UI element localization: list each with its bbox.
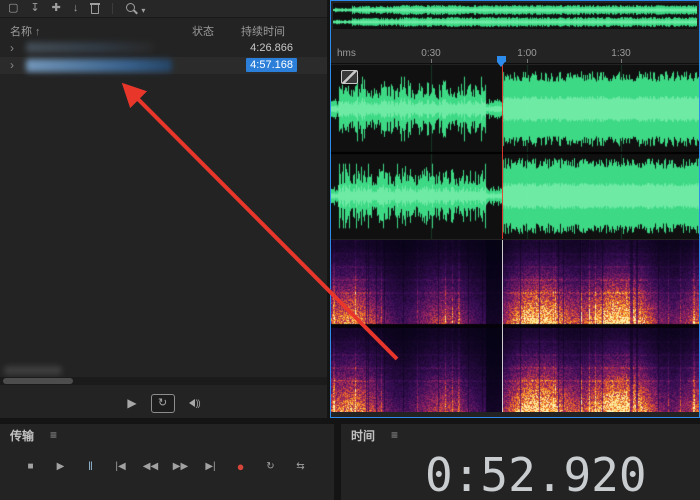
file-list-header: 名称 ↑ 状态 持续时间 xyxy=(0,23,327,38)
audition-window: ▢ ↧ ✚ ↓ ▾ 名称 ↑ 状态 持续时间 › 4:26.866 › 4:57… xyxy=(0,0,700,500)
file-name-redacted xyxy=(26,42,154,53)
preview-play-button[interactable]: ▶ xyxy=(127,396,136,410)
skip-selection-button[interactable]: ⇆ xyxy=(290,456,311,477)
rewind-button[interactable]: ◀◀ xyxy=(140,456,161,477)
new-file-icon[interactable]: ▢ xyxy=(8,0,18,17)
expander-icon[interactable]: › xyxy=(10,41,14,55)
panel-menu-icon[interactable]: ≡ xyxy=(50,428,57,442)
magnifier-icon xyxy=(126,3,136,12)
file-duration: 4:57.168 xyxy=(246,58,297,72)
export-file-icon[interactable]: ↓ xyxy=(73,0,79,17)
ruler-unit-label: hms xyxy=(337,48,356,59)
ruler-tick-label: 1:00 xyxy=(517,48,537,59)
pause-button[interactable]: ‖ xyxy=(80,456,101,477)
column-status[interactable]: 状态 xyxy=(192,23,214,39)
time-display: 0:52.920 xyxy=(425,448,647,500)
ruler-tick-label: 1:30 xyxy=(611,48,631,59)
files-panel: ▢ ↧ ✚ ↓ ▾ 名称 ↑ 状态 持续时间 › 4:26.866 › 4:57… xyxy=(0,0,327,418)
record-button[interactable]: ● xyxy=(230,456,251,477)
preview-controls: ▶ ↻ )) xyxy=(0,390,327,416)
sort-ascending-icon: ↑ xyxy=(35,26,41,38)
loop-playback-button[interactable]: ↻ xyxy=(260,456,281,477)
ruler-tick-mark xyxy=(621,59,622,63)
import-file-icon[interactable]: ↧ xyxy=(30,0,39,17)
channel-badge-icon xyxy=(341,70,358,84)
waveform-display[interactable] xyxy=(331,65,699,239)
horizontal-scrollbar[interactable] xyxy=(0,377,327,385)
speaker-icon xyxy=(188,399,195,407)
scrollbar-thumb[interactable] xyxy=(3,378,73,384)
playhead-line[interactable] xyxy=(502,240,503,412)
ruler-tick-label: 0:30 xyxy=(421,48,441,59)
transport-panel-header: 传输 ≡ xyxy=(0,424,334,446)
column-name-label: 名称 xyxy=(10,26,32,38)
search-icon[interactable]: ▾ xyxy=(125,2,145,15)
preview-loop-button[interactable]: ↻ xyxy=(150,393,175,413)
toolbar-divider xyxy=(112,3,114,14)
transport-buttons: ■ ▶ ‖ |◀ ◀◀ ▶▶ ▶| ● ↻ ⇆ xyxy=(20,456,311,477)
waveform-editor-panel: hms 0:30 1:00 1:30 xyxy=(330,0,700,418)
spectrogram-display[interactable] xyxy=(331,240,699,412)
ruler-tick-mark xyxy=(431,59,432,63)
chevron-down-icon: ▾ xyxy=(141,6,146,15)
column-name[interactable]: 名称 ↑ xyxy=(10,23,41,39)
stop-button[interactable]: ■ xyxy=(20,456,41,477)
delete-icon[interactable] xyxy=(90,2,101,15)
file-row-selected[interactable]: › 4:57.168 xyxy=(0,57,327,74)
insert-into-multitrack-icon[interactable]: ✚ xyxy=(52,0,61,17)
fast-forward-button[interactable]: ▶▶ xyxy=(170,456,191,477)
status-text-redacted xyxy=(4,366,62,375)
panel-menu-icon[interactable]: ≡ xyxy=(391,428,398,442)
file-row[interactable]: › 4:26.866 xyxy=(0,40,327,56)
spectrogram-canvas[interactable] xyxy=(331,240,699,412)
time-panel: 时间 ≡ 0:52.920 xyxy=(341,424,700,500)
skip-to-end-button[interactable]: ▶| xyxy=(200,456,221,477)
file-name-redacted xyxy=(26,59,172,72)
timeline-ruler[interactable]: hms 0:30 1:00 1:30 xyxy=(331,45,699,64)
time-panel-header: 时间 ≡ xyxy=(341,424,700,446)
waveform-canvas[interactable] xyxy=(331,65,699,239)
play-button[interactable]: ▶ xyxy=(50,456,71,477)
time-panel-title: 时间 xyxy=(351,428,376,443)
file-duration: 4:26.866 xyxy=(250,42,293,54)
column-duration[interactable]: 持续时间 xyxy=(241,23,285,39)
sound-waves-icon: )) xyxy=(195,398,201,408)
transport-panel-title: 传输 xyxy=(10,428,35,443)
skip-to-start-button[interactable]: |◀ xyxy=(110,456,131,477)
files-toolbar: ▢ ↧ ✚ ↓ ▾ xyxy=(0,0,327,18)
playhead-marker[interactable] xyxy=(497,56,506,67)
zoom-navigator[interactable] xyxy=(333,3,697,29)
playhead-line[interactable] xyxy=(502,65,503,239)
ruler-tick-mark xyxy=(527,59,528,63)
expander-icon[interactable]: › xyxy=(10,58,14,72)
transport-panel: 传输 ≡ ■ ▶ ‖ |◀ ◀◀ ▶▶ ▶| ● ↻ ⇆ xyxy=(0,424,334,500)
preview-volume-button[interactable]: )) xyxy=(188,398,201,408)
